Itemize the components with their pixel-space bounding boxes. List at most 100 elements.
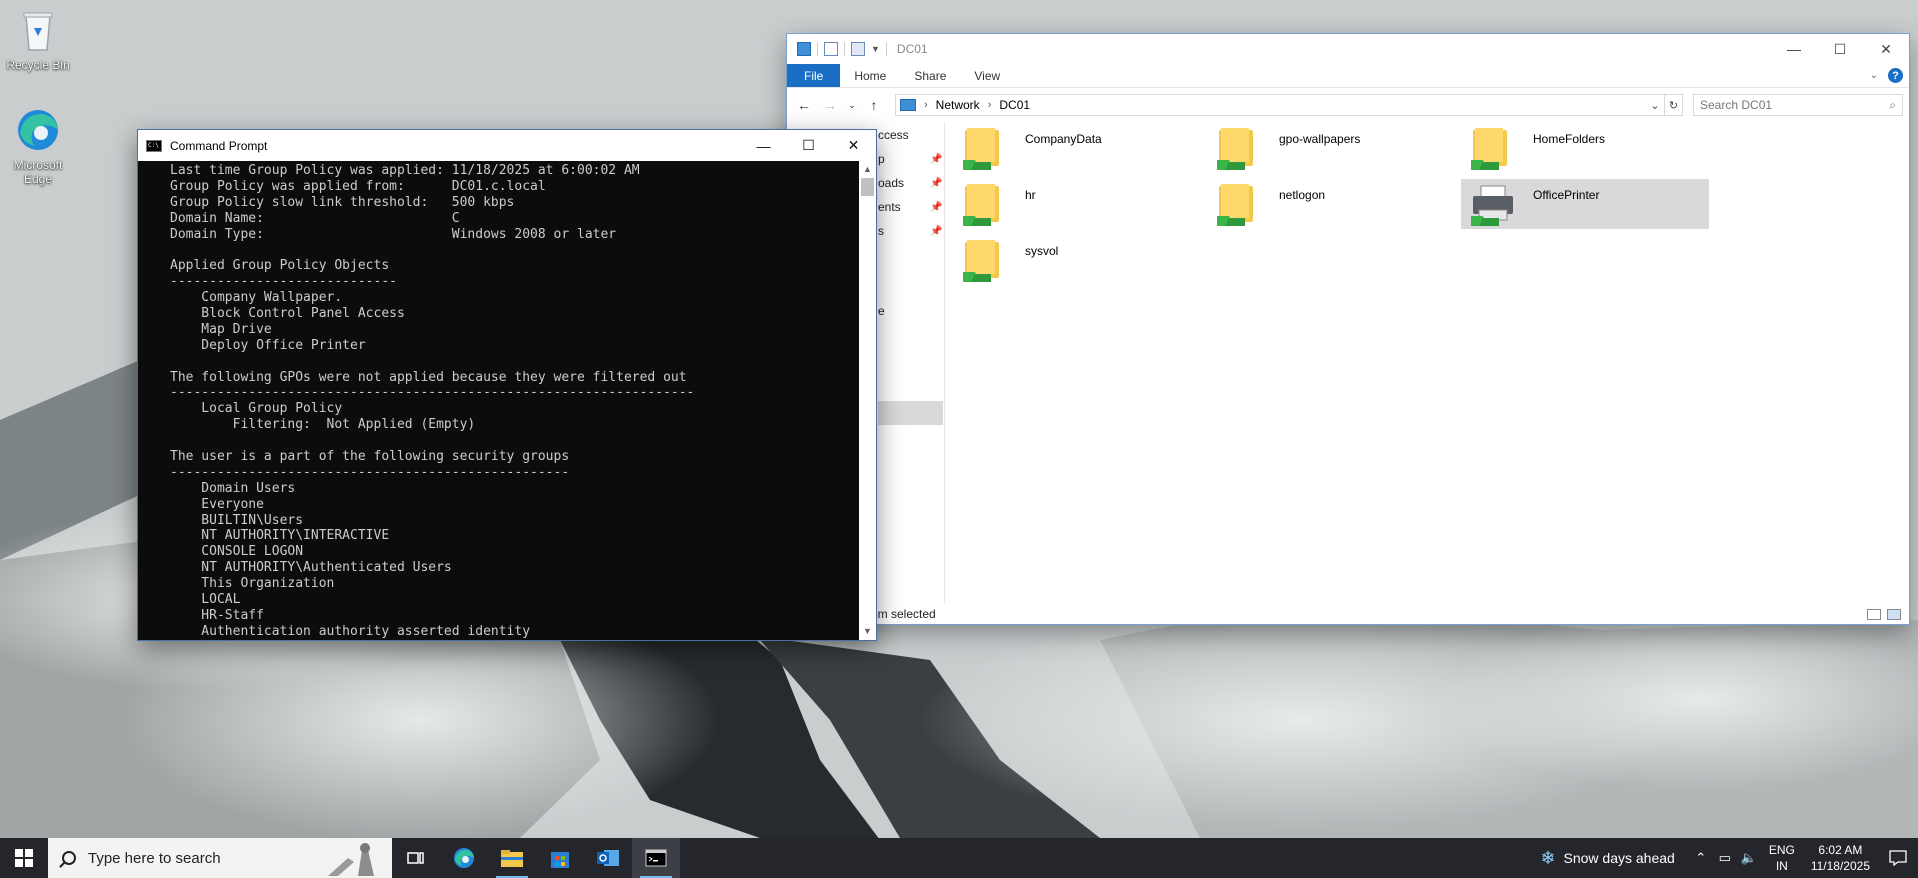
network-icon[interactable]: ▭ xyxy=(1713,850,1737,866)
recent-locations-icon[interactable]: ⌄ xyxy=(845,100,859,111)
folder-item[interactable]: gpo-wallpapers xyxy=(1207,123,1455,173)
weather-widget[interactable]: ❄ Snow days ahead xyxy=(1526,848,1688,869)
details-view-icon[interactable] xyxy=(1867,608,1881,620)
language-indicator[interactable]: ENG IN xyxy=(1761,842,1803,874)
recycle-bin-desktop-icon[interactable]: Recycle Bin xyxy=(0,6,78,72)
windows-logo-icon xyxy=(15,849,33,867)
edge-icon xyxy=(454,848,474,868)
search-box[interactable]: Search DC01 ⌕ xyxy=(1693,94,1903,116)
recycle-bin-icon xyxy=(14,6,62,54)
nav-item-network-selected[interactable] xyxy=(878,401,943,425)
scroll-down-icon[interactable]: ▼ xyxy=(859,623,876,640)
cmd-output-line: Map Drive xyxy=(170,321,272,337)
minimize-button[interactable]: — xyxy=(741,130,786,161)
printer-item-selected[interactable]: OfficePrinter xyxy=(1461,179,1709,229)
status-bar: em selected xyxy=(787,604,1909,624)
clock[interactable]: 6:02 AM 11/18/2025 xyxy=(1803,842,1878,874)
notification-icon xyxy=(1889,850,1907,866)
store-icon xyxy=(551,852,569,868)
cmd-output-line: Group Policy was applied from: DC01.c.lo… xyxy=(170,178,546,194)
item-label: sysvol xyxy=(1025,244,1059,258)
cmd-output-line: Company Wallpaper. xyxy=(170,290,343,306)
help-icon[interactable]: ? xyxy=(1888,68,1903,83)
cmd-titlebar[interactable]: Command Prompt — ☐ ✕ xyxy=(138,130,876,161)
file-view: CompanyData gpo-wallpapers HomeFolders h xyxy=(945,122,1909,604)
properties-icon[interactable] xyxy=(824,42,838,56)
edge-desktop-icon[interactable]: Microsoft Edge xyxy=(0,106,78,186)
address-dropdown-icon[interactable]: ⌄ xyxy=(1646,99,1664,112)
search-highlight-icon xyxy=(328,843,374,876)
customize-toolbar-icon[interactable]: ▼ xyxy=(871,44,880,54)
scroll-up-icon[interactable]: ▲ xyxy=(859,161,876,178)
search-placeholder: Search DC01 xyxy=(1700,98,1773,112)
scroll-thumb[interactable] xyxy=(861,178,874,196)
computer-icon xyxy=(797,42,811,56)
cmd-output-line xyxy=(170,242,859,258)
close-button[interactable]: ✕ xyxy=(1863,34,1909,65)
item-label: gpo-wallpapers xyxy=(1279,132,1361,146)
cmd-output-line: BUILTIN\Users xyxy=(170,512,304,528)
large-icons-view-icon[interactable] xyxy=(1887,608,1901,620)
cmd-output-line: Block Control Panel Access xyxy=(170,306,405,322)
cmd-scrollbar[interactable]: ▲ ▼ xyxy=(859,161,876,640)
item-label: hr xyxy=(1025,188,1036,202)
folder-item[interactable]: hr xyxy=(953,179,1201,229)
maximize-button[interactable]: ☐ xyxy=(786,130,831,161)
share-folder-icon xyxy=(961,124,1009,172)
maximize-button[interactable]: ☐ xyxy=(1817,34,1863,65)
minimize-button[interactable]: — xyxy=(1771,34,1817,65)
cmd-output-line: Everyone xyxy=(170,496,264,512)
address-row: ← → ⌄ ↑ › Network › DC01 ⌄ ↻ Search DC01… xyxy=(787,88,1909,122)
cmd-output-line: CONSOLE LOGON xyxy=(170,544,304,560)
cmd-output-line: Local Group Policy xyxy=(170,401,343,417)
taskbar-file-explorer[interactable] xyxy=(488,838,536,878)
tab-view[interactable]: View xyxy=(960,64,1014,87)
cmd-output[interactable]: Last time Group Policy was applied: 11/1… xyxy=(138,161,859,640)
cmd-output-line: LOCAL xyxy=(170,592,241,608)
tab-file[interactable]: File xyxy=(787,64,841,87)
tab-home[interactable]: Home xyxy=(840,64,900,87)
address-bar[interactable]: › Network › DC01 ⌄ ↻ xyxy=(895,94,1683,116)
cmd-output-line: ----------------------------------------… xyxy=(170,464,570,480)
task-view-button[interactable] xyxy=(392,838,440,878)
taskbar: Type here to search ❄ Snow days ahead ⌃ … xyxy=(0,838,1918,878)
taskbar-search[interactable]: Type here to search xyxy=(48,838,392,878)
search-icon: ⌕ xyxy=(1889,97,1896,112)
folder-item[interactable]: netlogon xyxy=(1207,179,1455,229)
expand-ribbon-icon[interactable]: ⌄ xyxy=(1870,70,1878,81)
volume-icon[interactable]: 🔈 xyxy=(1737,850,1761,866)
taskbar-edge[interactable] xyxy=(440,838,488,878)
new-folder-icon[interactable] xyxy=(851,42,865,56)
share-folder-icon xyxy=(961,180,1009,228)
refresh-icon[interactable]: ↻ xyxy=(1664,95,1682,115)
breadcrumb-dc01[interactable]: DC01 xyxy=(999,98,1030,112)
taskbar-store[interactable] xyxy=(536,838,584,878)
chevron-up-icon[interactable]: ⌃ xyxy=(1689,850,1713,866)
explorer-title: DC01 xyxy=(896,42,928,56)
notification-button[interactable] xyxy=(1878,850,1918,866)
cmd-output-line: NT AUTHORITY\INTERACTIVE xyxy=(170,528,390,544)
folder-item[interactable]: CompanyData xyxy=(953,123,1201,173)
search-icon xyxy=(62,851,76,865)
folder-item[interactable]: HomeFolders xyxy=(1461,123,1709,173)
taskbar-search-placeholder: Type here to search xyxy=(88,849,221,867)
item-label: CompanyData xyxy=(1025,132,1102,146)
file-explorer-icon xyxy=(501,850,523,867)
pin-icon: 📌 xyxy=(930,177,943,189)
ribbon-tabs: File Home Share View ⌄ ? xyxy=(787,64,1909,88)
up-button[interactable]: ↑ xyxy=(863,97,885,113)
clock-date: 11/18/2025 xyxy=(1810,859,1870,873)
close-button[interactable]: ✕ xyxy=(831,130,876,161)
start-button[interactable] xyxy=(0,838,48,878)
snowflake-icon: ❄ xyxy=(1540,847,1556,868)
explorer-titlebar[interactable]: ▼ DC01 — ☐ ✕ xyxy=(787,34,1909,64)
cmd-icon xyxy=(146,139,162,152)
folder-item[interactable]: sysvol xyxy=(953,235,1201,285)
taskbar-outlook[interactable] xyxy=(584,838,632,878)
quick-access-toolbar: ▼ xyxy=(797,42,887,56)
forward-button[interactable]: → xyxy=(819,97,841,113)
breadcrumb-network[interactable]: Network xyxy=(936,98,980,112)
taskbar-command-prompt[interactable] xyxy=(632,838,680,878)
tab-share[interactable]: Share xyxy=(900,64,960,87)
back-button[interactable]: ← xyxy=(793,97,815,113)
